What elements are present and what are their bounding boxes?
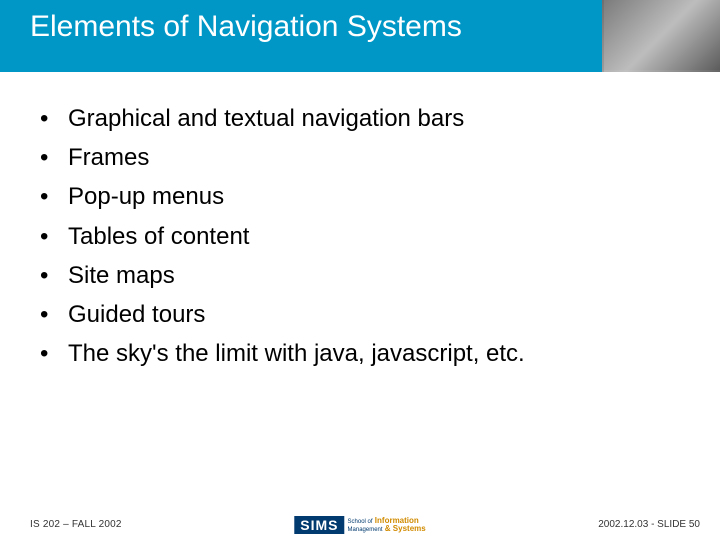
footer: IS 202 – FALL 2002 SIMS School of Inform… xyxy=(0,508,720,540)
list-item: •Frames xyxy=(40,139,680,176)
bullet-dot-icon: • xyxy=(40,100,68,137)
bullet-dot-icon: • xyxy=(40,335,68,372)
slide: Elements of Navigation Systems •Graphica… xyxy=(0,0,720,540)
list-item: •Tables of content xyxy=(40,218,680,255)
bullet-list: •Graphical and textual navigation bars •… xyxy=(40,100,680,372)
list-item: •The sky's the limit with java, javascri… xyxy=(40,335,680,372)
footer-logo: SIMS School of Information Management & … xyxy=(294,516,425,534)
bullet-dot-icon: • xyxy=(40,296,68,333)
list-item-text: The sky's the limit with java, javascrip… xyxy=(68,335,525,372)
sims-logo-block: SIMS xyxy=(294,516,344,534)
slide-title: Elements of Navigation Systems xyxy=(30,10,462,44)
content-area: •Graphical and textual navigation bars •… xyxy=(40,100,680,374)
decorative-corner-image xyxy=(600,0,720,72)
title-bar: Elements of Navigation Systems xyxy=(0,0,720,72)
list-item-text: Graphical and textual navigation bars xyxy=(68,100,464,137)
list-item-text: Guided tours xyxy=(68,296,205,333)
bullet-dot-icon: • xyxy=(40,257,68,294)
bullet-dot-icon: • xyxy=(40,218,68,255)
list-item-text: Pop-up menus xyxy=(68,178,224,215)
list-item: •Guided tours xyxy=(40,296,680,333)
list-item-text: Frames xyxy=(68,139,149,176)
footer-right-text: 2002.12.03 - SLIDE 50 xyxy=(598,519,700,530)
list-item-text: Tables of content xyxy=(68,218,249,255)
list-item: •Graphical and textual navigation bars xyxy=(40,100,680,137)
footer-left-text: IS 202 – FALL 2002 xyxy=(30,519,122,530)
list-item: •Site maps xyxy=(40,257,680,294)
sims-logo-text: School of Information Management & Syste… xyxy=(348,517,426,533)
sims-logo-line2: Management & Systems xyxy=(348,525,426,533)
bullet-dot-icon: • xyxy=(40,178,68,215)
bullet-dot-icon: • xyxy=(40,139,68,176)
list-item: •Pop-up menus xyxy=(40,178,680,215)
list-item-text: Site maps xyxy=(68,257,175,294)
